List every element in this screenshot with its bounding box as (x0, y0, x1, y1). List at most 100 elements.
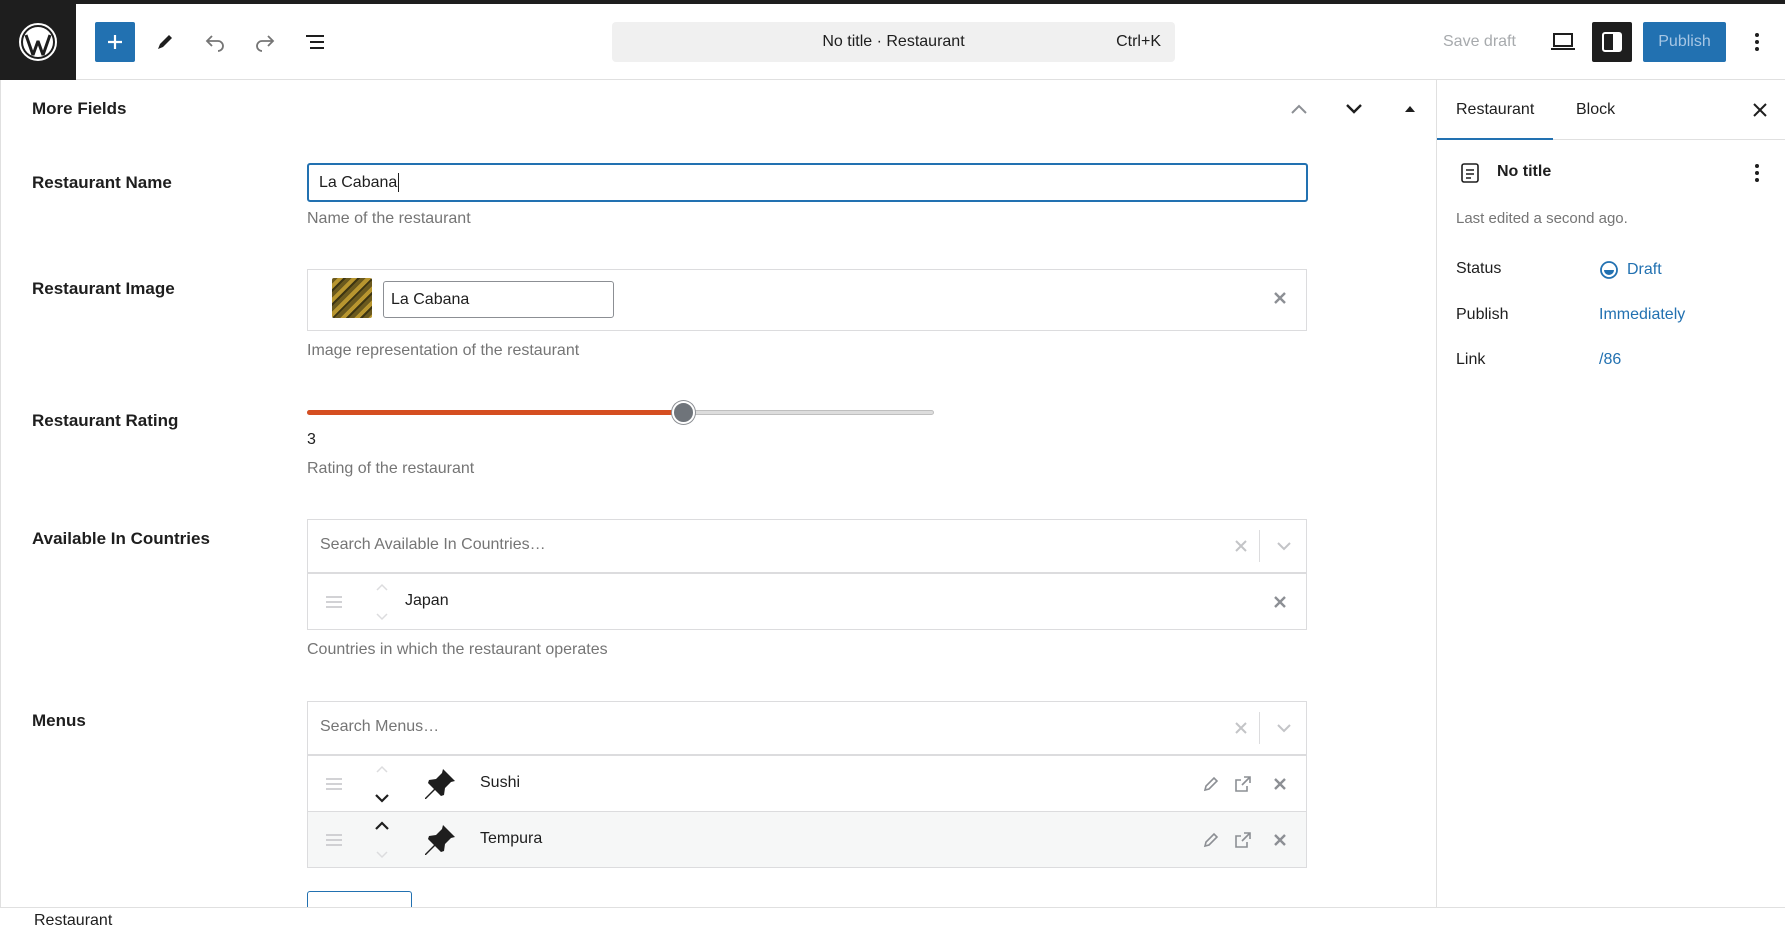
chevron-down-icon (376, 613, 388, 621)
wordpress-logo-icon[interactable] (0, 4, 76, 80)
chevron-up-icon (1291, 104, 1307, 114)
restaurant-rating-help: Rating of the restaurant (307, 460, 475, 477)
pin-icon (422, 766, 458, 802)
settings-sidebar: Restaurant Block No title Last edited a … (1436, 80, 1785, 907)
block-breadcrumb-bar: Restaurant (0, 907, 1785, 932)
image-thumbnail[interactable] (332, 278, 372, 318)
close-icon (1274, 292, 1286, 304)
save-draft-button[interactable]: Save draft (1443, 22, 1516, 62)
restaurant-name-value: La Cabana (319, 173, 398, 191)
slider-handle[interactable] (672, 401, 695, 424)
restaurant-image-label: Restaurant Image (32, 279, 175, 298)
triangle-up-icon (1405, 106, 1415, 112)
status-label: Status (1456, 260, 1502, 277)
reorder-controls[interactable] (372, 762, 392, 806)
move-down-button[interactable] (1339, 94, 1369, 124)
preview-button[interactable] (1543, 22, 1583, 62)
menu-name: Tempura (480, 830, 543, 847)
rating-slider[interactable] (307, 398, 934, 426)
chevron-down-icon (1346, 104, 1362, 114)
rating-value: 3 (307, 431, 316, 448)
image-name-input[interactable]: La Cabana (383, 281, 614, 318)
tab-restaurant[interactable]: Restaurant (1437, 80, 1554, 140)
settings-button[interactable] (1592, 22, 1632, 62)
restaurant-image-field: La Cabana (307, 269, 1307, 331)
countries-search-select[interactable]: Search Available In Countries… (307, 519, 1307, 573)
permalink-link[interactable]: /86 (1599, 351, 1621, 369)
drag-handle-icon[interactable] (324, 592, 344, 612)
drag-handle-icon[interactable] (324, 774, 344, 794)
countries-dropdown-toggle[interactable] (1274, 536, 1294, 556)
sidebar-tabs: Restaurant Block (1437, 80, 1785, 140)
post-title: No title (1497, 163, 1552, 180)
publish-label: Publish (1456, 306, 1509, 323)
external-link-icon[interactable] (1233, 774, 1253, 794)
shortcut-hint: Ctrl+K (1116, 33, 1161, 50)
reorder-controls (372, 580, 392, 624)
separator (1259, 712, 1260, 744)
undo-icon (205, 35, 224, 52)
menus-label: Menus (32, 711, 86, 730)
document-title: No title · Restaurant (822, 33, 965, 50)
options-button[interactable] (1742, 22, 1772, 62)
chevron-down-icon (1277, 542, 1291, 551)
pin-icon (422, 822, 458, 858)
countries-help: Countries in which the restaurant operat… (307, 641, 608, 658)
edit-icon[interactable] (1201, 830, 1221, 850)
status-text: Draft (1627, 261, 1662, 278)
close-icon (1274, 778, 1286, 790)
move-up-button[interactable] (1284, 94, 1314, 124)
external-link-icon[interactable] (1233, 830, 1253, 850)
breadcrumb-item[interactable]: Restaurant (34, 912, 112, 930)
publish-date-link[interactable]: Immediately (1599, 306, 1685, 324)
remove-image-button[interactable] (1270, 288, 1290, 308)
menus-search-placeholder: Search Menus… (320, 718, 440, 735)
menus-search-select[interactable]: Search Menus… (307, 701, 1307, 755)
restaurant-name-input[interactable]: La Cabana (307, 163, 1308, 202)
close-icon (1235, 540, 1247, 552)
add-block-button[interactable] (95, 22, 135, 62)
remove-country-button[interactable] (1270, 592, 1290, 612)
redo-button[interactable] (245, 22, 285, 62)
menu-name: Sushi (480, 774, 521, 791)
edit-icon[interactable] (1201, 774, 1221, 794)
countries-label: Available In Countries (32, 529, 210, 548)
reorder-controls[interactable] (372, 818, 392, 862)
close-icon (1274, 834, 1286, 846)
collapse-panel-button[interactable] (1395, 94, 1425, 124)
post-actions-button[interactable] (1745, 161, 1769, 185)
restaurant-rating-label: Restaurant Rating (32, 411, 179, 430)
link-label: Link (1456, 351, 1486, 368)
menus-dropdown-toggle[interactable] (1274, 718, 1294, 738)
menu-item: Tempura (307, 811, 1307, 868)
tools-button[interactable] (145, 22, 185, 62)
command-palette-bar[interactable]: No title · Restaurant Ctrl+K (612, 22, 1175, 62)
editor-header: No title · Restaurant Ctrl+K Save draft … (0, 4, 1785, 80)
clear-menus-button[interactable] (1231, 718, 1251, 738)
close-icon (1753, 103, 1767, 117)
close-sidebar-button[interactable] (1748, 98, 1772, 122)
list-view-icon (306, 35, 324, 49)
restaurant-name-help: Name of the restaurant (307, 210, 471, 227)
document-overview-button[interactable] (295, 22, 335, 62)
more-vertical-icon (1755, 33, 1759, 51)
restaurant-image-help: Image representation of the restaurant (307, 342, 580, 359)
chevron-up-icon (376, 583, 388, 591)
pencil-icon (158, 35, 172, 49)
redo-icon (256, 35, 275, 52)
clear-countries-button[interactable] (1231, 536, 1251, 556)
undo-button[interactable] (195, 22, 235, 62)
remove-menu-button[interactable] (1270, 774, 1290, 794)
draft-status-icon (1600, 261, 1618, 279)
more-vertical-icon (1755, 164, 1759, 182)
close-icon (1235, 722, 1247, 734)
drag-handle-icon[interactable] (324, 830, 344, 850)
document-icon (1458, 161, 1482, 185)
publish-button[interactable]: Publish (1643, 22, 1726, 62)
tab-block[interactable]: Block (1557, 80, 1634, 140)
separator (1259, 530, 1260, 562)
status-value[interactable]: Draft (1599, 260, 1662, 280)
meta-box-area: More Fields Restaurant Name La Cabana Na… (0, 80, 1436, 911)
remove-menu-button[interactable] (1270, 830, 1290, 850)
countries-search-placeholder: Search Available In Countries… (320, 536, 546, 553)
